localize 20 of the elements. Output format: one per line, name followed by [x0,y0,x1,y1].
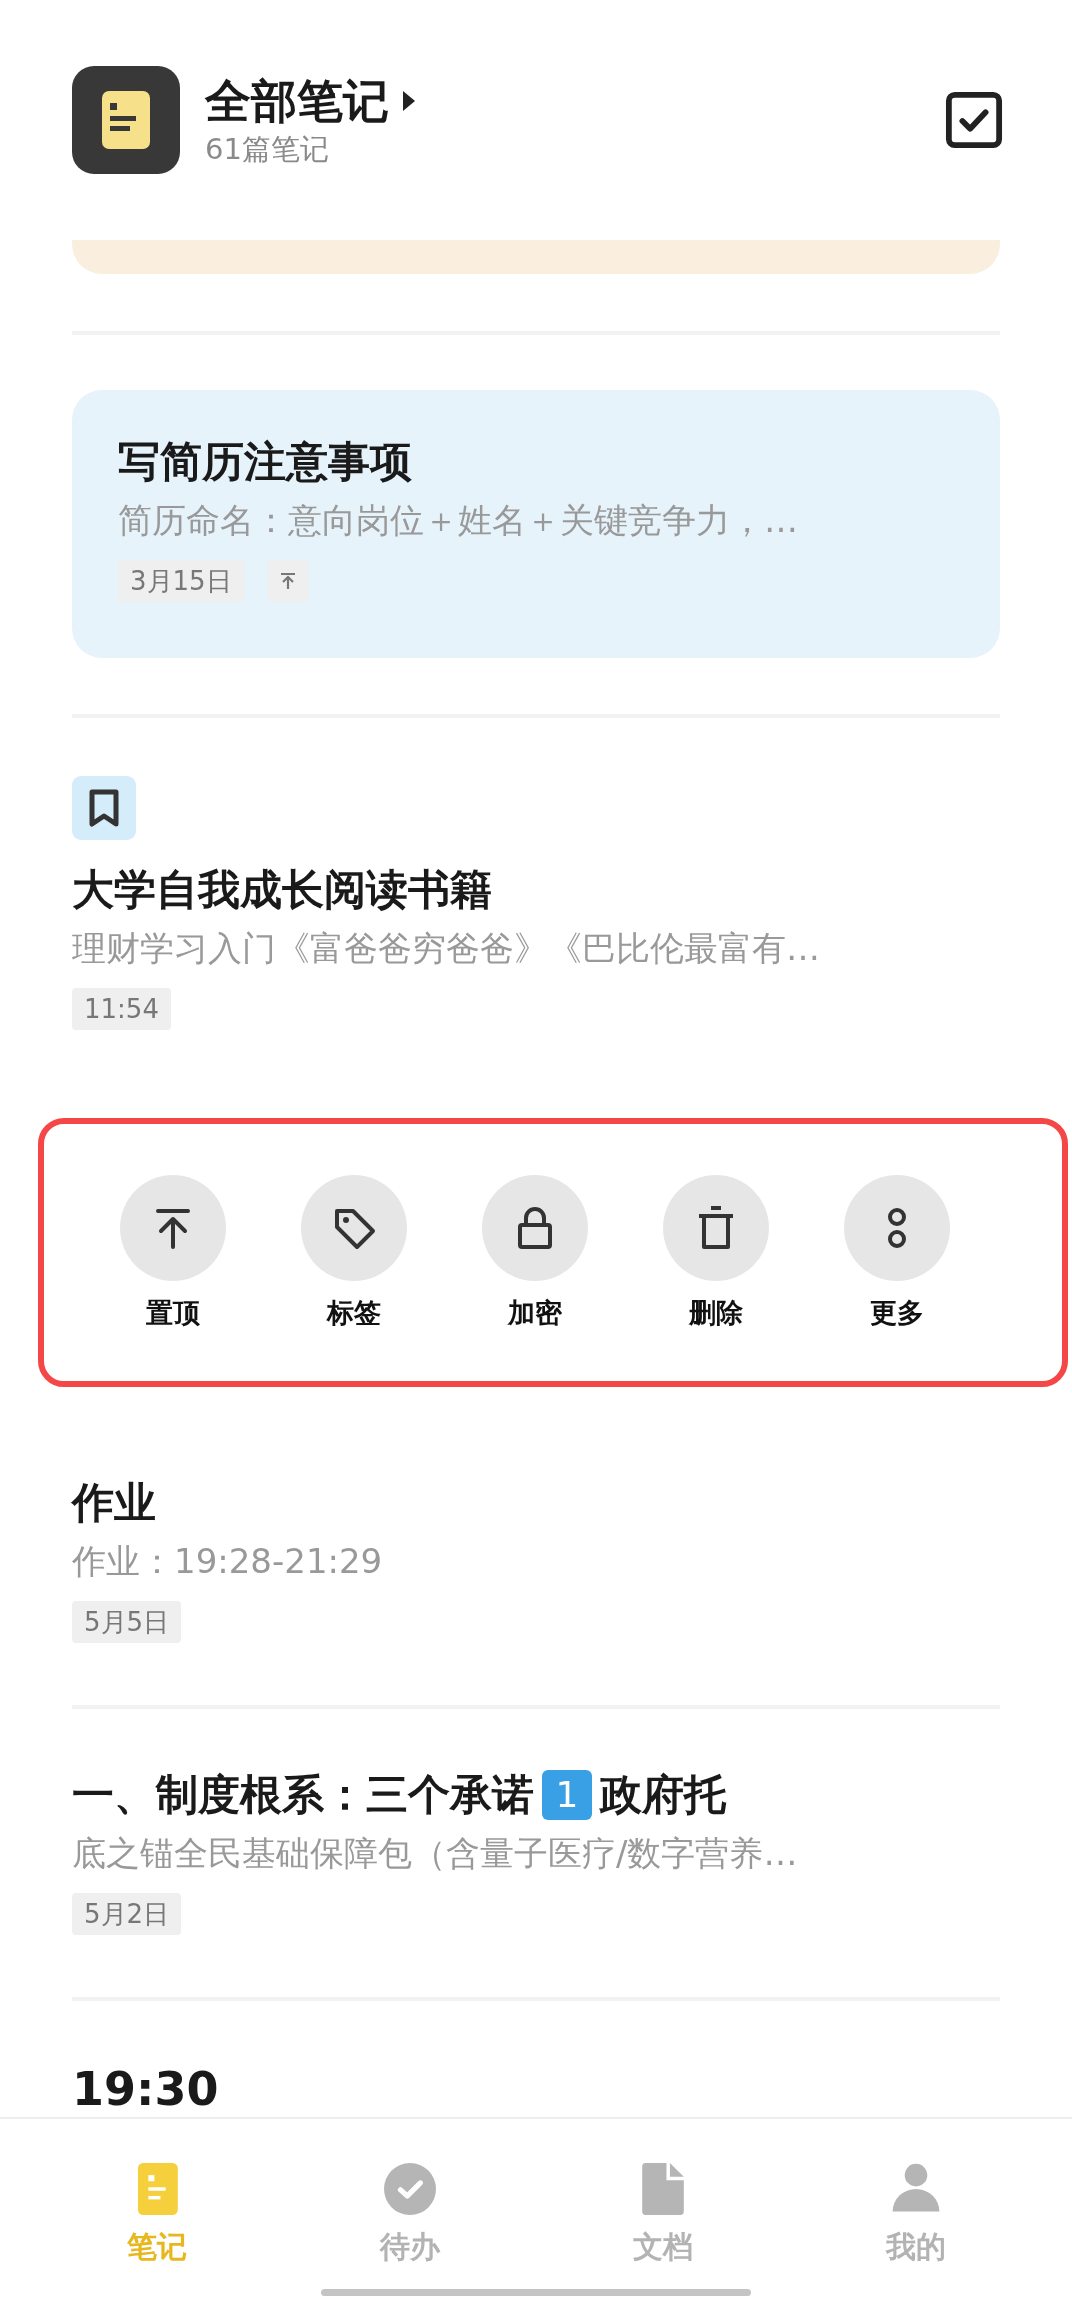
note-title: 政府托 [600,1769,726,1821]
date-tag: 5月2日 [72,1893,182,1935]
note-title: 19:30 [72,2061,220,2117]
note-count: 61篇笔记 [205,131,329,168]
date-tag: 11:54 [72,988,171,1031]
note-preview: 理财学习入门《富爸爸穷爸爸》《巴比伦最富有… [72,927,821,971]
note-title: 写简历注意事项 [118,436,413,489]
notebook-title[interactable]: 全部笔记 [205,72,389,130]
date-tag: 5月5日 [72,1601,182,1643]
date-tag: 3月15日 [118,560,244,603]
note-title: 一、制度根系：三个承诺 [72,1769,534,1821]
note-preview: 作业：19:28-21:29 [72,1540,384,1583]
app-icon [72,66,180,174]
note-preview: 简历命名：意向岗位＋姓名＋关键竞争力，… [118,499,799,543]
note-title: 大学自我成长阅读书籍 [72,864,492,917]
note-title: 作业 [72,1477,156,1529]
number-badge: 1 [542,1770,592,1820]
note-preview: 底之锚全民基础保障包（含量子医疗/数字营养… [72,1832,799,1875]
caret-icon[interactable] [401,89,417,113]
checkbox-icon[interactable] [945,91,1003,149]
